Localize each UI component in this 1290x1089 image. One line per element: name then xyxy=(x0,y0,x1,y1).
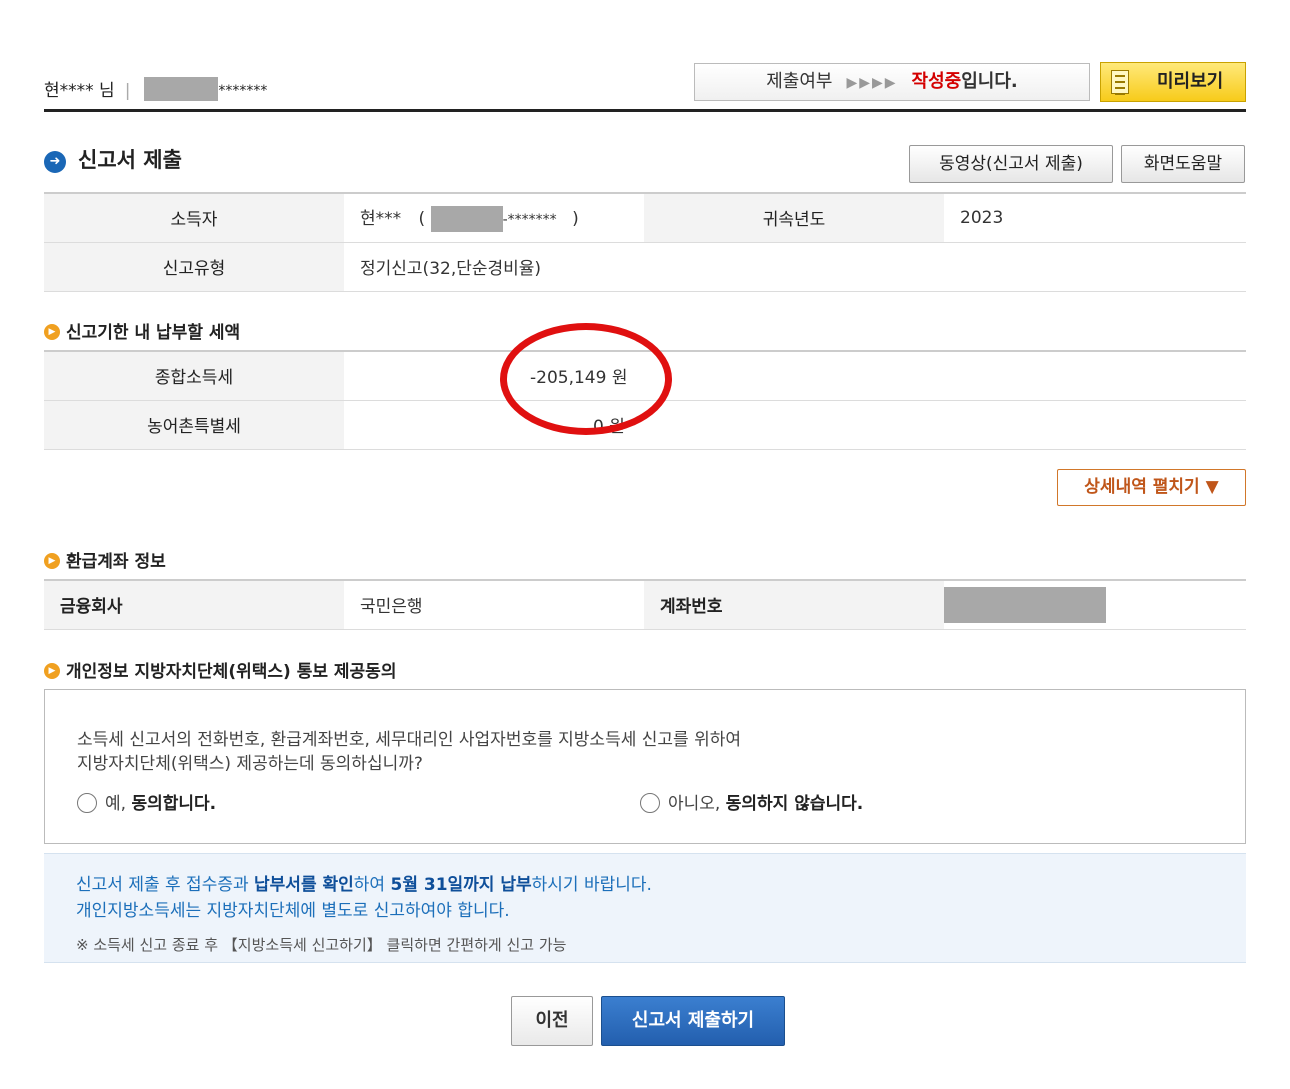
table-row: 농어촌특별세 0 원 xyxy=(44,400,1246,450)
refund-section-heading: ▶ 환급계좌 정보 xyxy=(44,547,166,572)
income-tax-label: 종합소득세 xyxy=(44,351,344,401)
notice-line1-d: 5월 31일까지 납부 xyxy=(390,875,532,895)
taxpayer-label: 소득자 xyxy=(44,193,344,243)
taxpayer-value: 현*** ( -******* ) xyxy=(344,193,644,243)
bank-value: 국민은행 xyxy=(344,580,644,630)
taxpayer-id-suffix: -******* xyxy=(502,211,557,228)
separator: | xyxy=(124,81,131,101)
table-row: 종합소득세 -205,149 원 xyxy=(44,351,1246,401)
status-value: 작성중 xyxy=(911,71,962,92)
notice-line1-a: 신고서 제출 후 접수증과 xyxy=(76,875,249,895)
table-row: 소득자 현*** ( -******* ) 귀속년도 2023 xyxy=(44,193,1246,243)
consent-box: 소득세 신고서의 전화번호, 환급계좌번호, 세무대리인 사업자번호를 지방소득… xyxy=(44,689,1246,844)
notice-line2: 개인지방소득세는 지방자치단체에 별도로 신고하여야 합니다. xyxy=(76,901,510,921)
notice-line1-b: 납부서를 확인 xyxy=(254,875,354,895)
yes-label: 동의합니다. xyxy=(131,794,217,814)
yes-prefix: 예, xyxy=(105,794,127,814)
submit-return-button[interactable]: 신고서 제출하기 xyxy=(601,996,785,1046)
bullet-arrow-icon: ▶ xyxy=(44,553,60,569)
tax-section-heading: ▶ 신고기한 내 납부할 세액 xyxy=(44,318,240,343)
notice-text: 신고서 제출 후 접수증과 납부서를 확인하여 5월 31일까지 납부하시기 바… xyxy=(76,872,652,924)
year-value: 2023 xyxy=(944,193,1246,243)
consent-yes-option[interactable]: 예, 동의합니다. xyxy=(77,789,216,814)
user-info: 현**** 님 | ******* xyxy=(44,76,267,101)
bullet-arrow-icon: ▶ xyxy=(44,663,60,679)
page-title-text: 신고서 제출 xyxy=(78,148,182,172)
status-suffix: 입니다. xyxy=(961,71,1018,92)
tax-amount-table: 종합소득세 -205,149 원 농어촌특별세 0 원 xyxy=(44,350,1246,450)
bullet-arrow-icon: ▶ xyxy=(44,324,60,340)
rural-tax-label: 농어촌특별세 xyxy=(44,400,344,450)
screen-help-button[interactable]: 화면도움말 xyxy=(1121,145,1245,183)
taxpayer-name: 현*** xyxy=(360,208,402,229)
notice-line1-e: 하시기 바랍니다. xyxy=(531,875,652,895)
no-prefix: 아니오, xyxy=(668,794,721,814)
filing-type-label: 신고유형 xyxy=(44,242,344,292)
filing-info-table: 소득자 현*** ( -******* ) 귀속년도 2023 신고유형 정기신… xyxy=(44,192,1246,292)
table-row: 금융회사 국민은행 계좌번호 xyxy=(44,580,1246,630)
submission-status: 제출여부 ▶▶▶▶ 작성중입니다. xyxy=(694,63,1090,101)
notice-box: 신고서 제출 후 접수증과 납부서를 확인하여 5월 31일까지 납부하시기 바… xyxy=(44,853,1246,963)
notice-line1: 신고서 제출 후 접수증과 납부서를 확인하여 5월 31일까지 납부하시기 바… xyxy=(76,872,652,898)
consent-question-line1: 소득세 신고서의 전화번호, 환급계좌번호, 세무대리인 사업자번호를 지방소득… xyxy=(77,730,741,750)
video-guide-button[interactable]: 동영상(신고서 제출) xyxy=(909,145,1113,183)
account-number-value xyxy=(944,580,1246,630)
consent-no-option[interactable]: 아니오, 동의하지 않습니다. xyxy=(640,789,863,814)
account-number-label: 계좌번호 xyxy=(644,580,944,630)
table-row: 신고유형 정기신고(32,단순경비율) xyxy=(44,242,1246,292)
bank-label: 금융회사 xyxy=(44,580,344,630)
status-arrows: ▶▶▶▶ xyxy=(846,75,898,91)
radio-no[interactable] xyxy=(640,793,660,813)
masked-account-block xyxy=(944,586,1106,623)
tax-section-title: 신고기한 내 납부할 세액 xyxy=(66,323,241,343)
rural-tax-value: 0 원 xyxy=(344,400,1246,450)
consent-question: 소득세 신고서의 전화번호, 환급계좌번호, 세무대리인 사업자번호를 지방소득… xyxy=(77,728,741,776)
consent-section-title: 개인정보 지방자치단체(위택스) 통보 제공동의 xyxy=(66,662,397,682)
radio-yes[interactable] xyxy=(77,793,97,813)
income-tax-value: -205,149 원 xyxy=(344,351,1246,401)
notice-line1-c: 하여 xyxy=(353,875,386,895)
consent-section-heading: ▶ 개인정보 지방자치단체(위택스) 통보 제공동의 xyxy=(44,657,396,682)
no-label: 동의하지 않습니다. xyxy=(725,794,864,814)
paren-open: ( xyxy=(418,208,426,229)
masked-id-block xyxy=(430,205,503,232)
filing-type-value: 정기신고(32,단순경비율) xyxy=(344,242,1246,292)
previous-button[interactable]: 이전 xyxy=(511,996,593,1046)
masked-id-block xyxy=(144,77,219,101)
document-icon xyxy=(1111,70,1129,95)
notice-tip: ※ 소득세 신고 종료 후 【지방소득세 신고하기】 클릭하면 간편하게 신고 … xyxy=(76,936,567,954)
preview-label: 미리보기 xyxy=(1157,71,1224,92)
user-id-suffix: ******* xyxy=(218,83,268,99)
status-label: 제출여부 xyxy=(766,71,833,92)
expand-details-button[interactable]: 상세내역 펼치기 ▼ xyxy=(1057,469,1246,506)
paren-close: ) xyxy=(572,208,579,229)
top-user-bar: 현**** 님 | ******* 제출여부 ▶▶▶▶ 작성중입니다. 미리보기 xyxy=(44,62,1246,112)
consent-question-line2: 지방자치단체(위택스) 제공하는데 동의하십니까? xyxy=(77,754,423,774)
user-name: 현**** 님 xyxy=(44,81,115,101)
refund-section-title: 환급계좌 정보 xyxy=(66,552,166,572)
arrow-right-icon: ➜ xyxy=(44,151,66,173)
refund-account-table: 금융회사 국민은행 계좌번호 xyxy=(44,579,1246,630)
page-title: ➜ 신고서 제출 xyxy=(44,144,182,174)
year-label: 귀속년도 xyxy=(644,193,944,243)
preview-button[interactable]: 미리보기 xyxy=(1100,62,1246,102)
